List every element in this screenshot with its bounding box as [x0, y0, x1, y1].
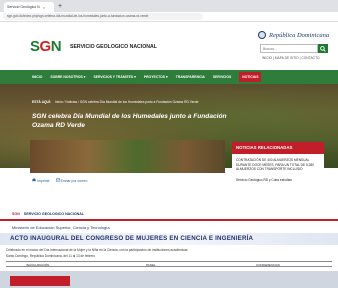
nav-item-noticias[interactable]: NOTICIAS — [239, 72, 262, 82]
print-label: Imprimir — [36, 179, 50, 183]
nav-item-proyectos[interactable]: PROYECTOS ▾ — [144, 75, 168, 79]
strip-event-banner: ACTO INAUGURAL DEL CONGRESO DE MUJERES E… — [0, 233, 338, 245]
nav-item-inicio[interactable]: INICIO — [32, 75, 42, 79]
strip-org-row: SGN SERVICIO GEOLOGICO NACIONAL — [12, 212, 84, 216]
browser-tab[interactable]: Servicio Geológico N × — [4, 2, 54, 12]
strip-red-block — [10, 276, 70, 286]
new-tab-button[interactable]: + — [58, 2, 62, 12]
strip-description: Celebrado en el marco del Día Internacio… — [6, 248, 188, 252]
breadcrumb-path[interactable]: Inicio / Noticias / SGN celebra Día Mund… — [55, 100, 198, 104]
strip-logo: SGN — [12, 212, 20, 216]
nav-item-transparencia[interactable]: TRANSPARENCIA — [176, 75, 205, 79]
print-icon — [32, 178, 36, 182]
site-search — [260, 44, 328, 53]
main-nav: INICIO SOBRE NOSOTROS ▾ SERVICIOS Y TRÁM… — [0, 70, 338, 84]
related-news-item[interactable]: CONTRATACIÓN DE 400 ALMUERZOS MENSUAL DU… — [236, 158, 320, 172]
strip-divider — [0, 219, 338, 221]
sgn-logo[interactable]: SGN — [30, 38, 62, 55]
nav-item-sobre-nosotros[interactable]: SOBRE NOSOTROS ▾ — [50, 75, 85, 79]
article-title: SGN celebra Día Mundial de los Humedales… — [32, 113, 227, 129]
related-news-heading: NOTICIAS RELACIONADAS — [232, 142, 324, 154]
logo-letter-n: N — [50, 38, 62, 55]
article-photo — [30, 140, 225, 173]
gov-brand[interactable]: República Dominicana — [258, 31, 329, 39]
breadcrumb: ESTÁ AQUÍ: Inicio / Noticias / SGN celebr… — [32, 100, 198, 104]
email-icon — [55, 178, 60, 182]
logo-letter-g: G — [39, 38, 52, 55]
strip-schedule-item: INAUGURACIÓN — [26, 263, 50, 267]
strip-event-title: ACTO INAUGURAL DEL CONGRESO DE MUJERES E… — [10, 235, 254, 242]
address-bar: sgn.gob.do/index.php/sgn-celebra-dia-mun… — [0, 12, 338, 22]
embedded-image-strip: SGN SERVICIO GEOLOGICO NACIONAL Ministeri… — [0, 211, 338, 288]
strip-schedule-item: CONFERENCIAS — [256, 263, 280, 267]
strip-footer — [0, 271, 338, 288]
search-icon — [320, 45, 326, 52]
strip-schedule-row: INAUGURACIÓN PANEL CONFERENCIAS — [6, 261, 332, 267]
related-news-sidebar: NOTICIAS RELACIONADAS CONTRATACIÓN DE 40… — [232, 142, 324, 211]
gov-brand-label: República Dominicana — [269, 31, 330, 39]
coat-of-arms-icon — [258, 31, 266, 39]
close-tab-icon[interactable]: × — [43, 5, 45, 10]
url-field[interactable]: sgn.gob.do/index.php/sgn-celebra-dia-mun… — [3, 13, 203, 20]
strip-org-name: SERVICIO GEOLOGICO NACIONAL — [23, 212, 85, 216]
search-button[interactable] — [318, 44, 328, 53]
logo-letter-s: S — [30, 38, 40, 55]
related-news-item[interactable]: Servicio Geológico RD y Cuba estudian — [236, 178, 320, 183]
print-link[interactable]: Imprimir — [32, 178, 50, 183]
email-label: Enviar por correo — [60, 179, 88, 183]
browser-tab-bar: Servicio Geológico N × + — [0, 0, 338, 12]
strip-location: Santo Domingo, República Dominicana, del… — [6, 254, 96, 258]
nav-item-servicios[interactable]: SERVICIOS — [213, 75, 231, 79]
share-bar: Imprimir Enviar por correo — [32, 178, 87, 183]
org-name: SERVICIO GEOLOGICO NACIONAL — [70, 44, 157, 50]
tab-title: Servicio Geológico N — [7, 5, 40, 9]
top-links[interactable]: INICIO | MAPA DE SITIO | CONTACTO — [262, 56, 320, 60]
strip-ministry: Ministerio de Educación Superior, Cienci… — [12, 225, 110, 230]
email-link[interactable]: Enviar por correo — [55, 178, 88, 183]
breadcrumb-label: ESTÁ AQUÍ: — [32, 100, 51, 104]
strip-schedule-item: PANEL — [146, 263, 156, 267]
search-input[interactable] — [260, 44, 318, 53]
nav-item-servicios-tramites[interactable]: SERVICIOS Y TRÁMITES ▾ — [93, 75, 135, 79]
